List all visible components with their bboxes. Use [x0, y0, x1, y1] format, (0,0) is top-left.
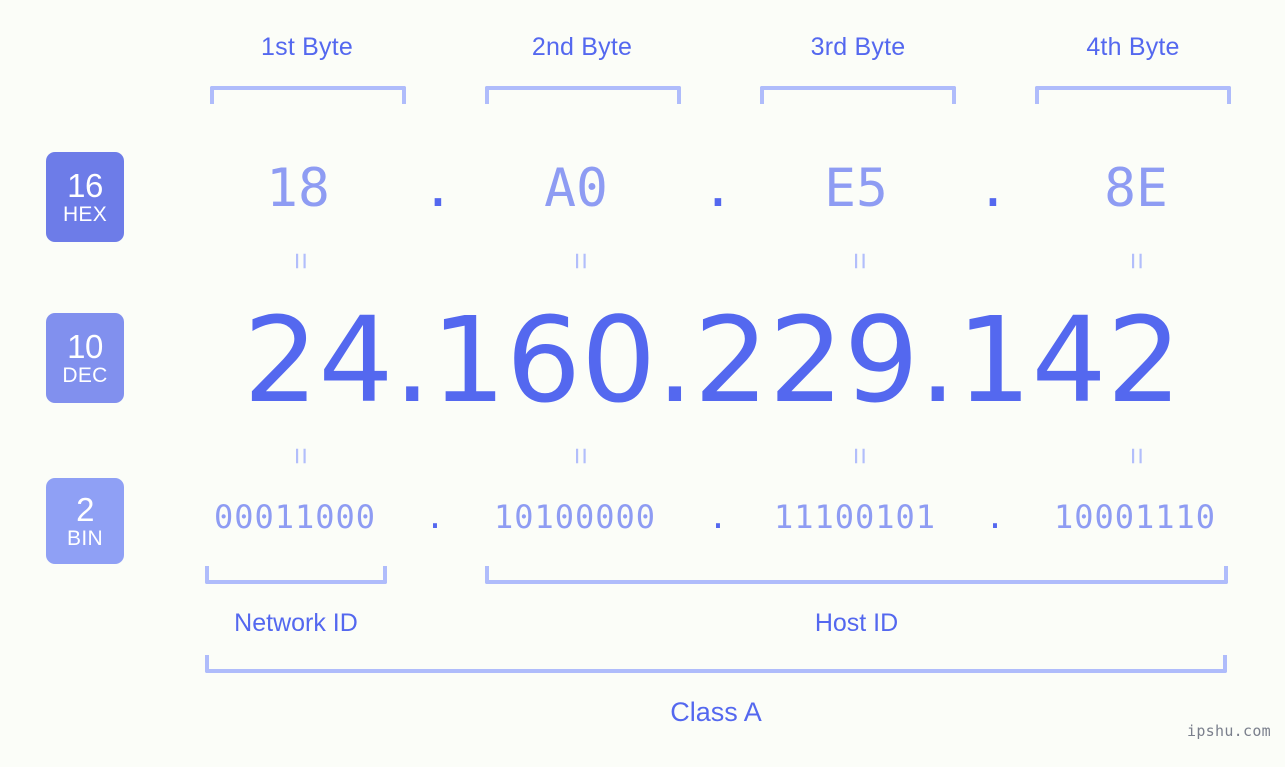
- equals-sign-hex-dec-2: =: [564, 252, 597, 270]
- hex-dot-1: .: [422, 158, 454, 219]
- network-id-label: Network ID: [234, 609, 358, 637]
- equals-sign-dec-bin-4: =: [1120, 447, 1153, 465]
- equals-sign-dec-bin-3: =: [843, 447, 876, 465]
- dec-dot-3: .: [918, 291, 957, 429]
- byte-bracket-2: [485, 86, 681, 104]
- equals-sign-hex-dec-1: =: [284, 252, 317, 270]
- host-id-label: Host ID: [814, 609, 899, 637]
- dec-octet-1: 24: [243, 291, 394, 429]
- hex-dot-2: .: [702, 158, 734, 219]
- hex-octet-3: E5: [824, 158, 888, 219]
- bin-octet-4: 10001110: [1053, 498, 1217, 536]
- bin-dot-3: .: [985, 498, 1005, 536]
- bin-octet-1: 00011000: [213, 498, 377, 536]
- dec-dot-1: .: [393, 291, 431, 429]
- byte-bracket-1: [210, 86, 406, 104]
- base-badge-hex-name: HEX: [62, 203, 108, 226]
- base-badge-hex-number: 16: [67, 167, 103, 204]
- bin-dot-2: .: [708, 498, 728, 536]
- ip-address-breakdown-diagram: 1st Byte 2nd Byte 3rd Byte 4th Byte 16 H…: [0, 0, 1285, 767]
- bin-octet-3: 11100101: [773, 498, 937, 536]
- base-badge-dec: 10 DEC: [46, 313, 124, 403]
- bin-dot-1: .: [425, 498, 445, 536]
- equals-sign-dec-bin-1: =: [284, 447, 317, 465]
- bin-octet-2: 10100000: [493, 498, 657, 536]
- hex-octet-2: A0: [544, 158, 608, 219]
- byte-header-1: 1st Byte: [261, 33, 353, 61]
- byte-bracket-4: [1035, 86, 1231, 104]
- byte-header-2: 2nd Byte: [531, 33, 633, 61]
- host-id-bracket: [485, 566, 1228, 584]
- base-badge-bin-number: 2: [76, 491, 94, 528]
- dec-octet-4: 142: [956, 291, 1182, 429]
- class-bracket: [205, 655, 1227, 673]
- base-badge-dec-number: 10: [67, 328, 103, 365]
- dec-octet-3: 229: [693, 291, 919, 429]
- site-watermark: ipshu.com: [1187, 722, 1271, 740]
- base-badge-dec-name: DEC: [62, 364, 108, 387]
- network-id-bracket: [205, 566, 387, 584]
- byte-header-4: 4th Byte: [1086, 33, 1180, 61]
- hex-octet-1: 18: [266, 158, 330, 219]
- base-badge-bin-name: BIN: [67, 527, 103, 550]
- equals-sign-dec-bin-2: =: [564, 447, 597, 465]
- class-label: Class A: [670, 697, 762, 727]
- dec-dot-2: .: [656, 291, 694, 429]
- hex-dot-3: .: [977, 158, 1009, 219]
- equals-sign-hex-dec-3: =: [843, 252, 876, 270]
- hex-octet-4: 8E: [1104, 158, 1168, 219]
- base-badge-hex: 16 HEX: [46, 152, 124, 242]
- equals-sign-hex-dec-4: =: [1120, 252, 1153, 270]
- dec-octet-2: 160: [430, 291, 657, 429]
- byte-header-3: 3rd Byte: [810, 33, 906, 61]
- byte-bracket-3: [760, 86, 956, 104]
- base-badge-bin: 2 BIN: [46, 478, 124, 564]
- decimal-ip-address: 24 . 160 . 229 . 142: [150, 290, 1275, 430]
